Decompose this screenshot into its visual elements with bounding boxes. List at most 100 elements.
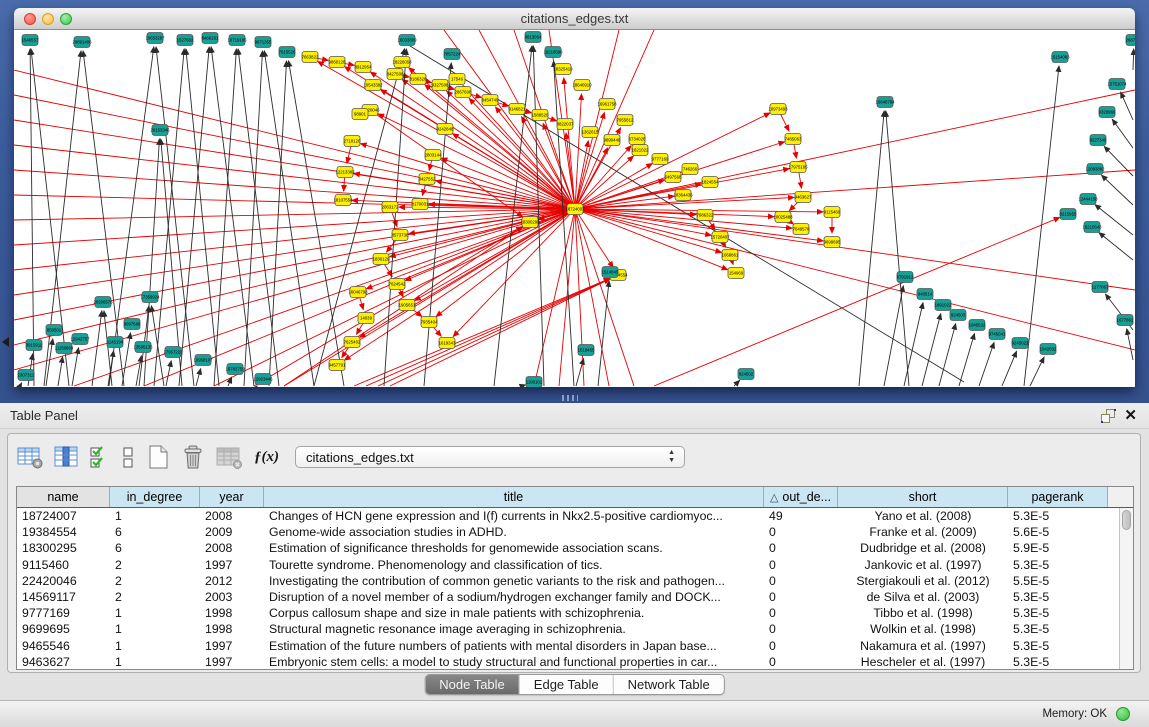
delete-trash-icon[interactable] — [180, 444, 206, 470]
graph-node[interactable]: 7624542 — [389, 279, 406, 290]
graph-node[interactable]: 9463627 — [795, 192, 812, 203]
graph-node[interactable]: 14039 — [358, 313, 374, 324]
memory-status-indicator-icon[interactable] — [1116, 707, 1130, 721]
graph-node[interactable]: 18640910 — [572, 80, 592, 91]
table-row[interactable]: 2242004622012Investigating the contribut… — [17, 573, 1133, 589]
graph-node[interactable]: 1588520 — [532, 110, 549, 121]
graph-node[interactable]: 1277063 — [1092, 282, 1109, 293]
graph-node[interactable]: 16210643 — [1082, 222, 1102, 233]
graph-node[interactable]: 2307312 — [18, 370, 35, 381]
graph-node[interactable]: 15720407 — [710, 232, 730, 243]
graph-node[interactable]: 16648784 — [875, 97, 895, 108]
graph-node[interactable]: 9777169 — [652, 154, 669, 165]
table-scrollbar-thumb[interactable] — [1122, 510, 1131, 530]
graph-node[interactable]: 9146821 — [509, 104, 526, 115]
graph-node[interactable]: 7625402 — [344, 337, 361, 348]
table-row[interactable]: 977716911998Corpus callosum shape and si… — [17, 605, 1133, 621]
tab-node-table[interactable]: Node Table — [425, 675, 520, 694]
tab-edge-table[interactable]: Edge Table — [520, 675, 614, 694]
graph-node[interactable]: 2063172 — [382, 202, 399, 213]
graph-node[interactable]: 98901 — [352, 109, 368, 120]
graph-node[interactable]: 17359924 — [140, 292, 160, 303]
table-row[interactable]: 911546021997Tourette syndrome. Phenomeno… — [17, 557, 1133, 573]
table-row[interactable]: 1456911722003Disruption of a novel membe… — [17, 589, 1133, 605]
graph-node[interactable]: 9245022 — [1012, 338, 1029, 349]
table-select-dropdown[interactable]: citations_edges.txt ▲▼ — [295, 446, 685, 468]
graph-node[interactable]: 1830129 — [373, 254, 390, 265]
collapse-left-panel-arrow-icon[interactable] — [2, 337, 9, 347]
graph-node[interactable]: 6734028 — [629, 134, 646, 145]
graph-node[interactable]: 7955812 — [617, 115, 634, 126]
graph-node[interactable]: 1042032 — [1040, 344, 1057, 355]
graph-node[interactable]: 8466161 — [202, 33, 219, 44]
graph-node[interactable]: 1527602 — [177, 35, 194, 46]
graph-node[interactable]: 16033809 — [397, 35, 417, 46]
graph-node[interactable]: 7649578 — [793, 224, 810, 235]
function-builder-icon[interactable]: ƒ(x) — [254, 449, 279, 466]
graph-node[interactable]: 20364436 — [673, 190, 693, 201]
graph-node[interactable]: 10958107 — [193, 355, 213, 366]
row-checks-icon[interactable] — [89, 445, 111, 470]
graph-node[interactable]: 18724007 — [565, 204, 585, 215]
graph-node[interactable]: 9115460 — [824, 207, 841, 218]
table-settings-icon[interactable] — [17, 445, 44, 470]
graph-node[interactable]: 17957223 — [163, 347, 183, 358]
zoom-traffic-light-icon[interactable] — [60, 13, 72, 25]
graph-node[interactable]: 10025488 — [773, 212, 793, 223]
graph-node[interactable]: 1514845 — [602, 267, 619, 278]
column-header-short[interactable]: short — [838, 487, 1008, 507]
graph-node[interactable]: 9860128 — [329, 57, 346, 68]
graph-node[interactable]: 16961758 — [597, 99, 617, 110]
graph-node[interactable]: 1196101 — [526, 377, 543, 388]
graph-node[interactable]: 924503 — [950, 310, 966, 321]
graph-node[interactable]: 16782759 — [225, 364, 245, 375]
graph-node[interactable]: 8186328 — [410, 74, 427, 85]
graph-node[interactable]: 2687404 — [1126, 35, 1135, 46]
graph-node[interactable]: 6497568 — [665, 172, 682, 183]
graph-node[interactable]: 9457791 — [329, 360, 346, 371]
graph-node[interactable]: 9329966 — [1099, 107, 1116, 118]
table-row[interactable]: 1938455462009Genome-wide association stu… — [17, 524, 1133, 540]
graph-node[interactable]: 18226058 — [392, 57, 412, 68]
graph-node[interactable]: 746266 — [682, 164, 698, 175]
float-panel-icon[interactable] — [1101, 409, 1116, 423]
graph-node[interactable]: 11156869 — [55, 343, 74, 354]
graph-node[interactable]: 7935404 — [421, 317, 438, 328]
graph-node[interactable]: 2867608 — [455, 87, 472, 98]
graph-node[interactable]: 154969 — [728, 268, 744, 279]
split-divider-grip[interactable] — [562, 395, 578, 401]
graph-node[interactable]: 3915911 — [26, 340, 43, 351]
graph-node[interactable]: 7986322 — [697, 210, 714, 221]
table-row[interactable]: 946362711997Embryonic stem cells: a mode… — [17, 654, 1133, 670]
graph-node[interactable]: 10973493 — [768, 104, 788, 115]
column-header-out-de[interactable]: △out_de... — [764, 487, 838, 507]
graph-node[interactable]: 9242848 — [437, 124, 454, 135]
graph-node[interactable]: 20206576 — [93, 297, 113, 308]
column-header-title[interactable]: title — [264, 487, 764, 507]
graph-node[interactable]: 8573738 — [392, 230, 409, 241]
graph-node[interactable]: 12093882 — [1085, 164, 1105, 175]
graph-node[interactable]: 8822037 — [557, 119, 574, 130]
graph-node[interactable]: 10719195 — [227, 35, 247, 46]
graph-node[interactable]: 1518455 — [578, 345, 595, 356]
graph-node[interactable]: 12444158 — [1078, 194, 1098, 205]
graph-node[interactable]: 9890448 — [604, 135, 621, 146]
table-row[interactable]: 1872400712008Changes of HCN gene express… — [17, 508, 1133, 524]
graph-node[interactable]: 850501 — [46, 325, 62, 336]
graph-node[interactable]: 7663822 — [302, 52, 319, 63]
table-row[interactable]: 946554611997Estimation of the future num… — [17, 638, 1133, 654]
graph-node[interactable]: 1045532 — [969, 320, 986, 331]
graph-node[interactable]: 18300295 — [520, 217, 540, 228]
graph-node[interactable]: 1824554 — [702, 177, 719, 188]
graph-node[interactable]: 8170031 — [412, 199, 429, 210]
graph-node[interactable]: 20891406 — [72, 37, 92, 48]
graph-node[interactable]: 12213383 — [335, 167, 355, 178]
new-document-icon[interactable] — [145, 444, 171, 470]
graph-node[interactable]: 9327508 — [432, 80, 449, 91]
graph-node[interactable]: 1905651 — [399, 300, 416, 311]
graph-node[interactable]: 9699695 — [824, 237, 841, 248]
table-row[interactable]: 969969511998Structural magnetic resonanc… — [17, 621, 1133, 637]
graph-node[interactable]: 7615526 — [279, 47, 296, 58]
graph-node[interactable]: 7857224 — [444, 49, 461, 60]
graph-node[interactable]: 10543382 — [363, 80, 383, 91]
